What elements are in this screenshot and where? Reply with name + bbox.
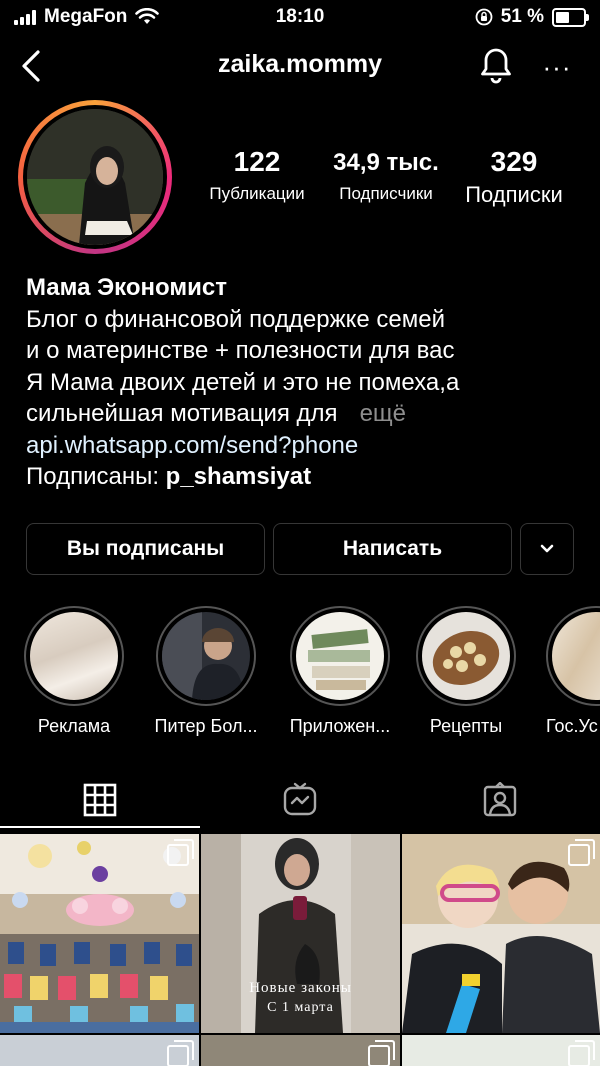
- tab-igtv[interactable]: [200, 772, 400, 828]
- followed-by-user: p_shamsiyat: [165, 463, 312, 490]
- profile-display-name: Мама Экономист: [26, 274, 227, 301]
- battery-icon: [552, 7, 589, 27]
- battery-percent: 51 %: [500, 6, 544, 27]
- bio-line-truncated: сильнейшая мотивация для ещё: [26, 398, 586, 430]
- active-tab-indicator: [0, 826, 200, 828]
- highlight-item[interactable]: Приложен...: [280, 606, 400, 737]
- highlight-item[interactable]: Реклама: [22, 606, 126, 737]
- suggested-accounts-button[interactable]: [520, 523, 574, 575]
- post-thumbnail[interactable]: [0, 834, 199, 1033]
- highlight-cover: [546, 606, 600, 706]
- stat-value: 34,9 тыс.: [333, 149, 439, 176]
- post-thumbnail[interactable]: [201, 1035, 400, 1066]
- more-options-button[interactable]: ···: [540, 52, 574, 82]
- highlight-item[interactable]: Рецепты: [414, 606, 518, 737]
- bio-line: сильнейшая мотивация для: [26, 400, 338, 427]
- bio-line: и о материнстве + полезности для вас: [26, 337, 455, 364]
- carousel-icon: [568, 839, 595, 866]
- followed-by-prefix: Подписаны:: [26, 463, 159, 490]
- carousel-icon: [568, 1040, 595, 1066]
- notifications-button[interactable]: [474, 44, 518, 88]
- bell-icon: [481, 48, 511, 84]
- post-caption-line: Новые законы: [249, 980, 352, 996]
- stat-label: Подписчики: [339, 184, 433, 203]
- highlight-label: Гос.Ус: [546, 716, 598, 736]
- stat-posts[interactable]: 122 Публикации: [196, 146, 318, 204]
- stat-value: 122: [233, 146, 281, 177]
- grid-icon: [83, 783, 117, 817]
- highlight-label: Реклама: [37, 716, 111, 736]
- message-button[interactable]: Написать: [273, 523, 512, 575]
- highlight-cover: [290, 606, 390, 706]
- post-thumbnail[interactable]: [0, 1035, 199, 1066]
- tab-posts-grid[interactable]: [0, 772, 200, 828]
- carousel-icon: [167, 839, 194, 866]
- avatar: [27, 109, 163, 245]
- igtv-icon: [283, 782, 317, 816]
- stat-label: Публикации: [209, 184, 305, 203]
- post-thumbnail[interactable]: Новые законы С 1 марта: [201, 834, 400, 1033]
- stat-followers[interactable]: 34,9 тыс. Подписчики: [324, 146, 448, 204]
- highlight-label: Питер Бол...: [154, 716, 258, 736]
- avatar-story-ring[interactable]: [18, 100, 172, 254]
- chevron-down-icon: [540, 544, 554, 553]
- stat-following[interactable]: 329 Подписки: [454, 146, 574, 208]
- rotation-lock-icon: [475, 8, 493, 26]
- bio-line: Я Мама двоих детей и это не помеха,а: [26, 368, 460, 396]
- highlight-item[interactable]: Питер Бол...: [152, 606, 260, 737]
- followed-by[interactable]: Подписаны: p_shamsiyat: [26, 461, 586, 493]
- profile-bio: Мама Экономист Блог о финансовой поддерж…: [26, 272, 586, 493]
- highlight-item[interactable]: Гос.Ус: [544, 606, 600, 737]
- stat-value: 329: [490, 146, 538, 177]
- status-right: 51 %: [475, 6, 589, 28]
- carousel-icon: [167, 1040, 194, 1066]
- highlight-label: Приложен...: [289, 716, 391, 736]
- highlight-cover: [156, 606, 256, 706]
- tab-tagged[interactable]: [400, 772, 600, 828]
- stat-label: Подписки: [465, 182, 563, 207]
- post-caption-line: С 1 марта: [267, 1000, 334, 1015]
- bio-website-link[interactable]: api.whatsapp.com/send?phone: [26, 430, 586, 462]
- post-thumbnail[interactable]: [402, 834, 600, 1033]
- bio-line: Блог о финансовой поддержке семей: [26, 305, 446, 333]
- highlight-cover: [24, 606, 124, 706]
- post-thumbnail[interactable]: [402, 1035, 600, 1066]
- highlight-cover: [416, 606, 516, 706]
- highlight-label: Рецепты: [429, 716, 503, 736]
- following-button[interactable]: Вы подписаны: [26, 523, 265, 575]
- bio-more-link[interactable]: ещё: [360, 400, 406, 427]
- status-bar: MegaFon 18:10 51 %: [0, 0, 600, 34]
- tagged-user-icon: [483, 782, 517, 817]
- carousel-icon: [368, 1040, 395, 1066]
